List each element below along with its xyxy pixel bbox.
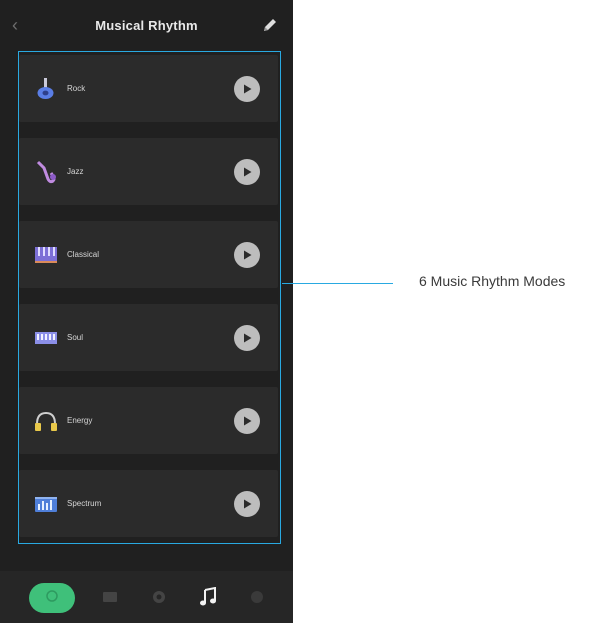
- mode-item-classical[interactable]: Classical: [19, 221, 278, 288]
- mode-item-jazz[interactable]: Jazz: [19, 138, 278, 205]
- music-note-icon[interactable]: [194, 583, 222, 611]
- play-button[interactable]: [234, 241, 260, 268]
- mode-label: Rock: [67, 84, 86, 93]
- scene-icon[interactable]: [96, 583, 124, 611]
- headphones-icon: [33, 408, 59, 434]
- rhythm-mode-list: Rock Jazz Classical Soul Energy Spectrum: [16, 50, 282, 545]
- page-title: Musical Rhythm: [95, 17, 198, 33]
- play-button[interactable]: [234, 407, 260, 434]
- equalizer-icon: [33, 491, 59, 517]
- mode-item-soul[interactable]: Soul: [19, 304, 278, 371]
- more-icon[interactable]: [243, 583, 271, 611]
- mode-label: Soul: [67, 333, 84, 342]
- mode-label: Spectrum: [67, 499, 102, 508]
- play-button[interactable]: [234, 158, 260, 185]
- settings-icon[interactable]: [145, 583, 173, 611]
- callout-label: 6 Music Rhythm Modes: [419, 273, 566, 289]
- piano-icon: [33, 242, 59, 268]
- play-button[interactable]: [234, 75, 260, 102]
- mode-item-spectrum[interactable]: Spectrum: [19, 470, 278, 537]
- mode-item-rock[interactable]: Rock: [19, 55, 278, 122]
- mode-item-energy[interactable]: Energy: [19, 387, 278, 454]
- mode-label: Jazz: [67, 167, 84, 176]
- saxophone-icon: [33, 159, 59, 185]
- power-icon: [45, 589, 59, 608]
- pencil-icon[interactable]: [261, 16, 279, 34]
- mode-label: Classical: [67, 250, 100, 259]
- mode-label: Energy: [67, 416, 93, 425]
- guitar-icon: [33, 76, 59, 102]
- keyboard-icon: [33, 325, 59, 351]
- chevron-left-icon[interactable]: ‹: [12, 15, 32, 35]
- play-button[interactable]: [234, 490, 260, 517]
- callout-leader-line: [282, 283, 393, 284]
- app-header: ‹ Musical Rhythm: [0, 0, 293, 50]
- play-button[interactable]: [234, 324, 260, 351]
- power-button[interactable]: [29, 583, 75, 613]
- phone-screen: ‹ Musical Rhythm Rock Jazz Classical Sou…: [0, 0, 293, 623]
